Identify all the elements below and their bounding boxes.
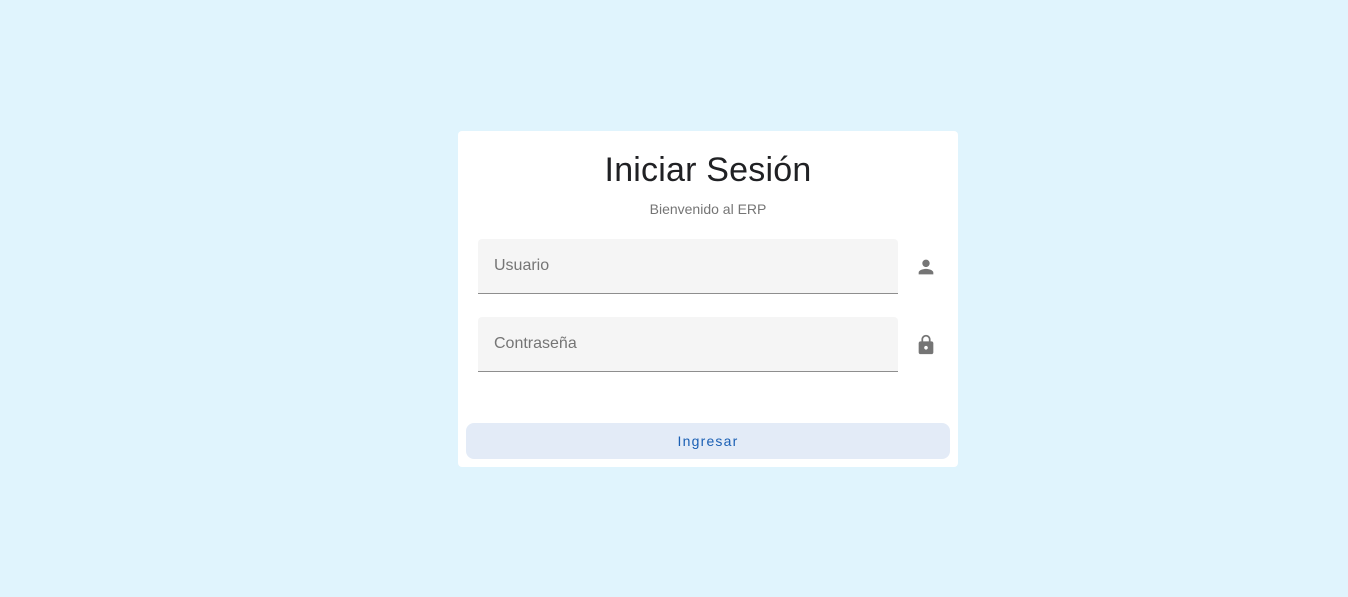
password-input[interactable] — [478, 317, 898, 371]
login-button[interactable]: Ingresar — [466, 423, 950, 459]
person-icon — [915, 256, 937, 278]
lock-icon — [915, 334, 937, 356]
password-field[interactable] — [478, 317, 898, 372]
login-card: Iniciar Sesión Bienvenido al ERP Ingresa… — [458, 131, 958, 467]
username-field[interactable] — [478, 239, 898, 294]
page-title: Iniciar Sesión — [604, 151, 812, 189]
page-subtitle: Bienvenido al ERP — [649, 201, 767, 217]
username-input[interactable] — [478, 239, 898, 293]
